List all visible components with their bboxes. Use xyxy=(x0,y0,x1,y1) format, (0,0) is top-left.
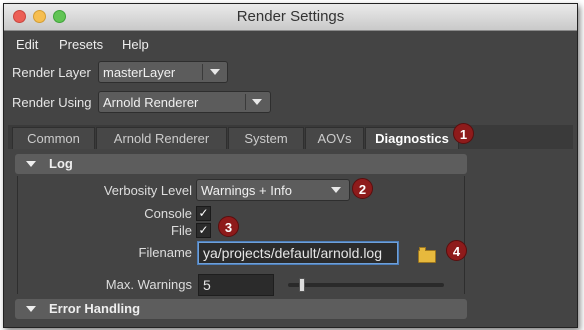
chevron-down-icon xyxy=(210,69,220,75)
max-warnings-input[interactable]: 5 xyxy=(198,274,274,296)
diagnostics-panel: Log Verbosity Level Warnings + Info 2 Co… xyxy=(8,149,573,327)
title-bar: Render Settings xyxy=(4,4,577,31)
tab-aovs[interactable]: AOVs xyxy=(305,127,364,149)
slider-handle[interactable] xyxy=(299,278,306,292)
console-checkbox[interactable]: ✓ xyxy=(196,206,211,221)
render-using-dropdown[interactable]: Arnold Renderer xyxy=(98,91,271,113)
menu-bar: Edit Presets Help xyxy=(4,31,577,57)
section-frame-left xyxy=(17,176,18,294)
error-handling-section-header[interactable]: Error Handling xyxy=(15,299,467,319)
error-handling-title: Error Handling xyxy=(49,301,141,316)
tab-bar: Common Arnold Renderer System AOVs Diagn… xyxy=(8,125,573,150)
menu-help[interactable]: Help xyxy=(122,37,149,52)
render-layer-dropdown[interactable]: masterLayer xyxy=(98,61,228,83)
log-section-title: Log xyxy=(49,156,73,171)
verbosity-dropdown[interactable]: Warnings + Info xyxy=(196,179,350,201)
render-settings-window: Render Settings Edit Presets Help Render… xyxy=(3,3,578,328)
chevron-down-icon xyxy=(252,99,262,105)
render-using-label: Render Using xyxy=(12,95,92,110)
max-warnings-label: Max. Warnings xyxy=(105,277,192,292)
tab-common[interactable]: Common xyxy=(12,127,95,149)
filename-input[interactable]: ya/projects/default/arnold.log xyxy=(198,242,398,264)
filename-label: Filename xyxy=(138,245,192,260)
console-label: Console xyxy=(144,206,192,221)
callout-3: 3 xyxy=(218,216,239,237)
callout-1: 1 xyxy=(453,123,474,144)
verbosity-label: Verbosity Level xyxy=(103,183,192,198)
collapse-triangle-icon xyxy=(26,306,36,312)
folder-icon[interactable] xyxy=(418,247,436,263)
render-using-value: Arnold Renderer xyxy=(103,95,199,110)
tab-diagnostics[interactable]: Diagnostics xyxy=(365,127,459,149)
file-checkbox[interactable]: ✓ xyxy=(196,223,211,238)
render-layer-label: Render Layer xyxy=(12,65,91,80)
file-label: File xyxy=(171,223,192,238)
section-frame-right xyxy=(464,176,465,294)
window-title: Render Settings xyxy=(236,8,345,25)
collapse-triangle-icon xyxy=(26,161,36,167)
log-section-header[interactable]: Log xyxy=(15,154,467,174)
callout-2: 2 xyxy=(352,178,373,199)
max-warnings-slider[interactable] xyxy=(288,283,444,287)
callout-4: 4 xyxy=(446,240,467,261)
menu-edit[interactable]: Edit xyxy=(16,37,38,52)
tab-system[interactable]: System xyxy=(228,127,304,149)
chevron-down-icon xyxy=(331,187,341,193)
menu-presets[interactable]: Presets xyxy=(59,37,103,52)
render-layer-value: masterLayer xyxy=(103,65,176,80)
tab-arnold-renderer[interactable]: Arnold Renderer xyxy=(96,127,227,149)
verbosity-value: Warnings + Info xyxy=(201,183,292,198)
